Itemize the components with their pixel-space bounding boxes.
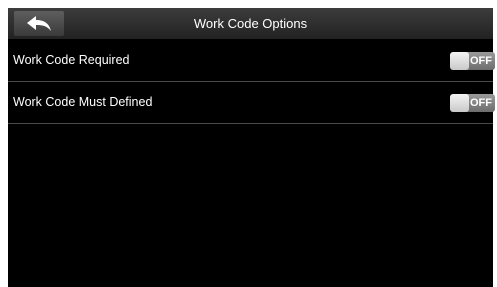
page-title: Work Code Options xyxy=(193,16,308,31)
setting-label: Work Code Must Defined xyxy=(13,95,153,109)
back-arrow-icon xyxy=(26,15,52,33)
toggle-knob xyxy=(450,94,469,112)
title-bar: Work Code Options xyxy=(8,8,493,39)
setting-row-work-code-required[interactable]: Work Code Required OFF xyxy=(8,40,495,82)
toggle-state-text: OFF xyxy=(470,55,492,67)
setting-row-work-code-must-defined[interactable]: Work Code Must Defined OFF xyxy=(8,82,495,124)
work-code-required-toggle[interactable]: OFF xyxy=(450,52,495,70)
toggle-knob xyxy=(450,52,469,70)
work-code-must-defined-toggle[interactable]: OFF xyxy=(450,94,495,112)
toggle-state-text: OFF xyxy=(470,97,492,109)
back-button[interactable] xyxy=(14,11,64,36)
setting-label: Work Code Required xyxy=(13,53,130,67)
device-screen: Work Code Options Work Code Required OFF… xyxy=(8,8,495,287)
